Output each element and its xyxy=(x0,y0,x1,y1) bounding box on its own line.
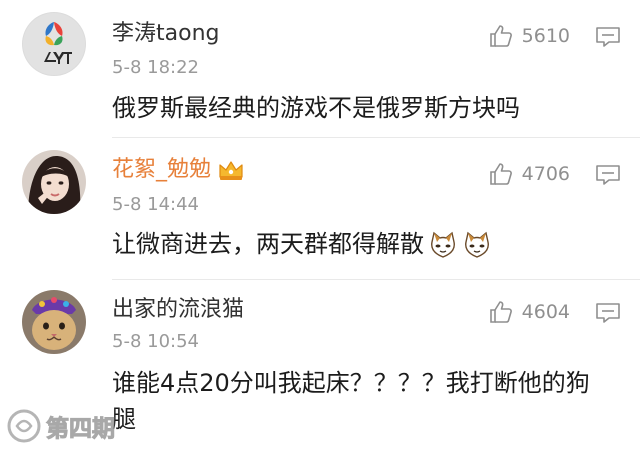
watermark-text: 第四期 xyxy=(46,416,116,443)
timestamp: 5-8 14:44 xyxy=(112,194,199,215)
reply-button[interactable] xyxy=(594,301,622,325)
username[interactable]: 花絮_勉勉 xyxy=(112,156,245,184)
like-count: 4706 xyxy=(521,163,570,185)
comment-text: 谁能4点20分叫我起床？？？？我打断他的狗腿 xyxy=(112,369,590,433)
thumbs-up-icon xyxy=(489,163,512,185)
comment-bubble-icon xyxy=(596,303,620,323)
username-text: 花絮_勉勉 xyxy=(112,157,212,182)
like-count: 4604 xyxy=(521,301,570,323)
thumbs-up-icon xyxy=(489,25,512,47)
logo-avatar-icon xyxy=(22,12,86,76)
comment-text: 俄罗斯最经典的游戏不是俄罗斯方块吗 xyxy=(112,94,520,122)
avatar[interactable] xyxy=(22,290,86,354)
comment-bubble-icon xyxy=(596,165,620,185)
comment-item: 李涛taong 5-8 18:22 俄罗斯最经典的游戏不是俄罗斯方块吗 5610 xyxy=(0,0,640,138)
girl-photo-avatar-icon xyxy=(22,150,86,214)
like-button[interactable]: 4604 xyxy=(488,298,570,326)
username[interactable]: 出家的流浪猫 xyxy=(112,296,244,324)
like-button[interactable]: 4706 xyxy=(488,160,570,188)
timestamp: 5-8 10:54 xyxy=(112,331,199,352)
reply-button[interactable] xyxy=(594,25,622,49)
like-count: 5610 xyxy=(521,25,570,47)
avatar[interactable] xyxy=(22,12,86,76)
comment-bubble-icon xyxy=(596,27,620,47)
cat-face-emoji-icon xyxy=(465,231,489,258)
crown-icon xyxy=(219,161,243,180)
comment-item: 花絮_勉勉 5-8 14:44 让微商进去，两天群都得解散 4706 xyxy=(0,138,640,280)
watermark: 第四期 xyxy=(6,408,116,444)
comment-text: 让微商进去，两天群都得解散 xyxy=(112,226,612,262)
timestamp: 5-8 18:22 xyxy=(112,57,199,78)
thumbs-up-icon xyxy=(489,301,512,323)
cat-avatar-icon xyxy=(22,290,86,354)
comment-text-body: 让微商进去，两天群都得解散 xyxy=(112,230,424,258)
like-button[interactable]: 5610 xyxy=(488,22,570,50)
cat-face-emoji-icon xyxy=(431,231,455,258)
avatar[interactable] xyxy=(22,150,86,214)
reply-button[interactable] xyxy=(594,163,622,187)
comment-list: 李涛taong 5-8 18:22 俄罗斯最经典的游戏不是俄罗斯方块吗 5610 xyxy=(0,0,640,450)
username[interactable]: 李涛taong xyxy=(112,20,219,48)
watermark-logo-icon xyxy=(7,409,41,443)
